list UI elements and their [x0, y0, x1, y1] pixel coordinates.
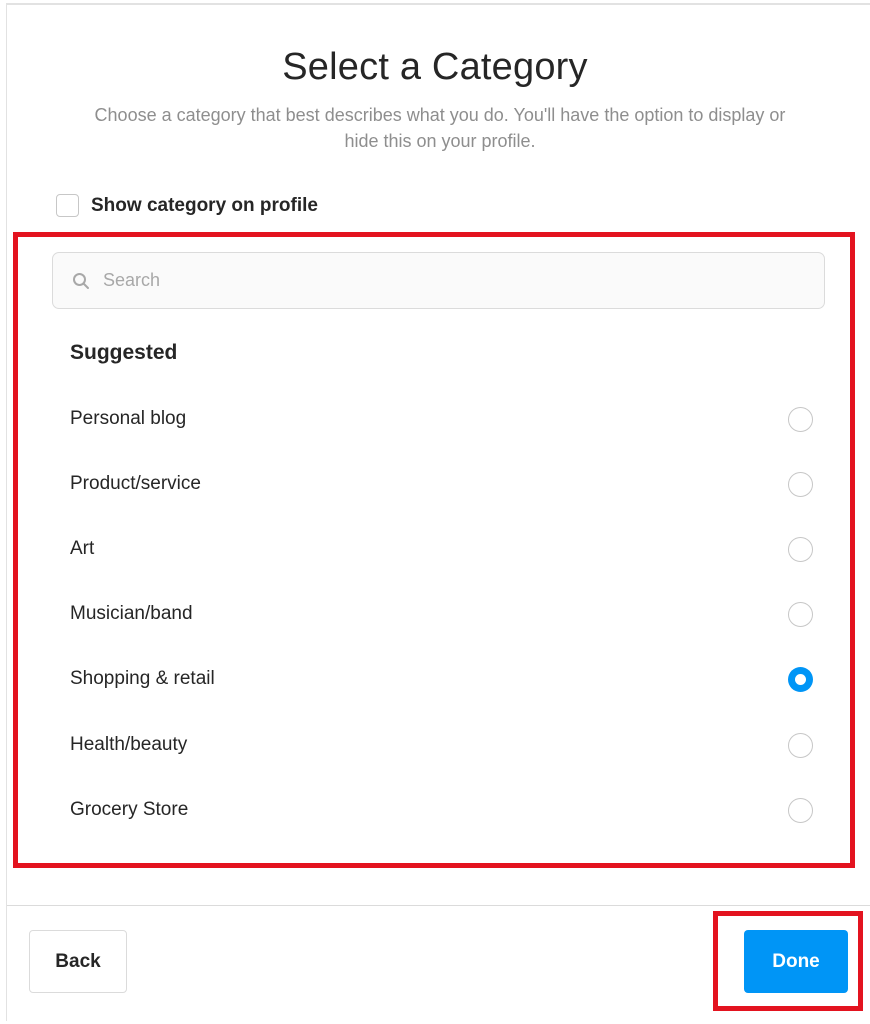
subtitle-line-1: Choose a category that best describes wh…: [94, 105, 786, 125]
search-icon: [71, 271, 91, 291]
done-button[interactable]: Done: [744, 930, 848, 993]
category-option-musician-band[interactable]: Musician/band: [52, 589, 825, 639]
category-option-label: Grocery Store: [70, 799, 189, 820]
category-option-label: Shopping & retail: [70, 668, 215, 689]
radio-button[interactable]: [788, 601, 813, 627]
category-option-label: Health/beauty: [70, 734, 188, 755]
category-option-label: Personal blog: [70, 408, 187, 429]
show-category-checkbox[interactable]: [56, 194, 79, 217]
category-option-product-service[interactable]: Product/service: [52, 459, 825, 509]
show-category-label: Show category on profile: [91, 194, 318, 216]
category-option-label: Musician/band: [70, 603, 193, 624]
radio-button-selected[interactable]: [788, 666, 813, 692]
category-option-shopping-retail[interactable]: Shopping & retail: [52, 654, 825, 704]
radio-button[interactable]: [788, 406, 813, 432]
radio-button[interactable]: [788, 471, 813, 497]
radio-button[interactable]: [788, 797, 813, 823]
category-option-grocery-store[interactable]: Grocery Store: [52, 785, 825, 835]
radio-button[interactable]: [788, 732, 813, 758]
search-input[interactable]: [103, 270, 783, 291]
suggested-heading: Suggested: [70, 341, 178, 364]
category-option-art[interactable]: Art: [52, 524, 825, 574]
page-title: Select a Category: [282, 46, 588, 88]
category-option-label: Art: [70, 538, 95, 559]
radio-button[interactable]: [788, 536, 813, 562]
category-option-personal-blog[interactable]: Personal blog: [52, 394, 825, 444]
category-option-health-beauty[interactable]: Health/beauty: [52, 720, 825, 770]
radio-dot: [795, 673, 806, 685]
search-field[interactable]: [52, 252, 825, 309]
back-button[interactable]: Back: [29, 930, 127, 993]
footer-divider: [7, 905, 870, 906]
category-option-label: Product/service: [70, 473, 201, 494]
category-dialog: [6, 3, 870, 1021]
subtitle-line-2: hide this on your profile.: [344, 131, 536, 151]
page-subtitle: Choose a category that best describes wh…: [60, 102, 820, 154]
show-category-toggle[interactable]: Show category on profile: [56, 194, 318, 217]
